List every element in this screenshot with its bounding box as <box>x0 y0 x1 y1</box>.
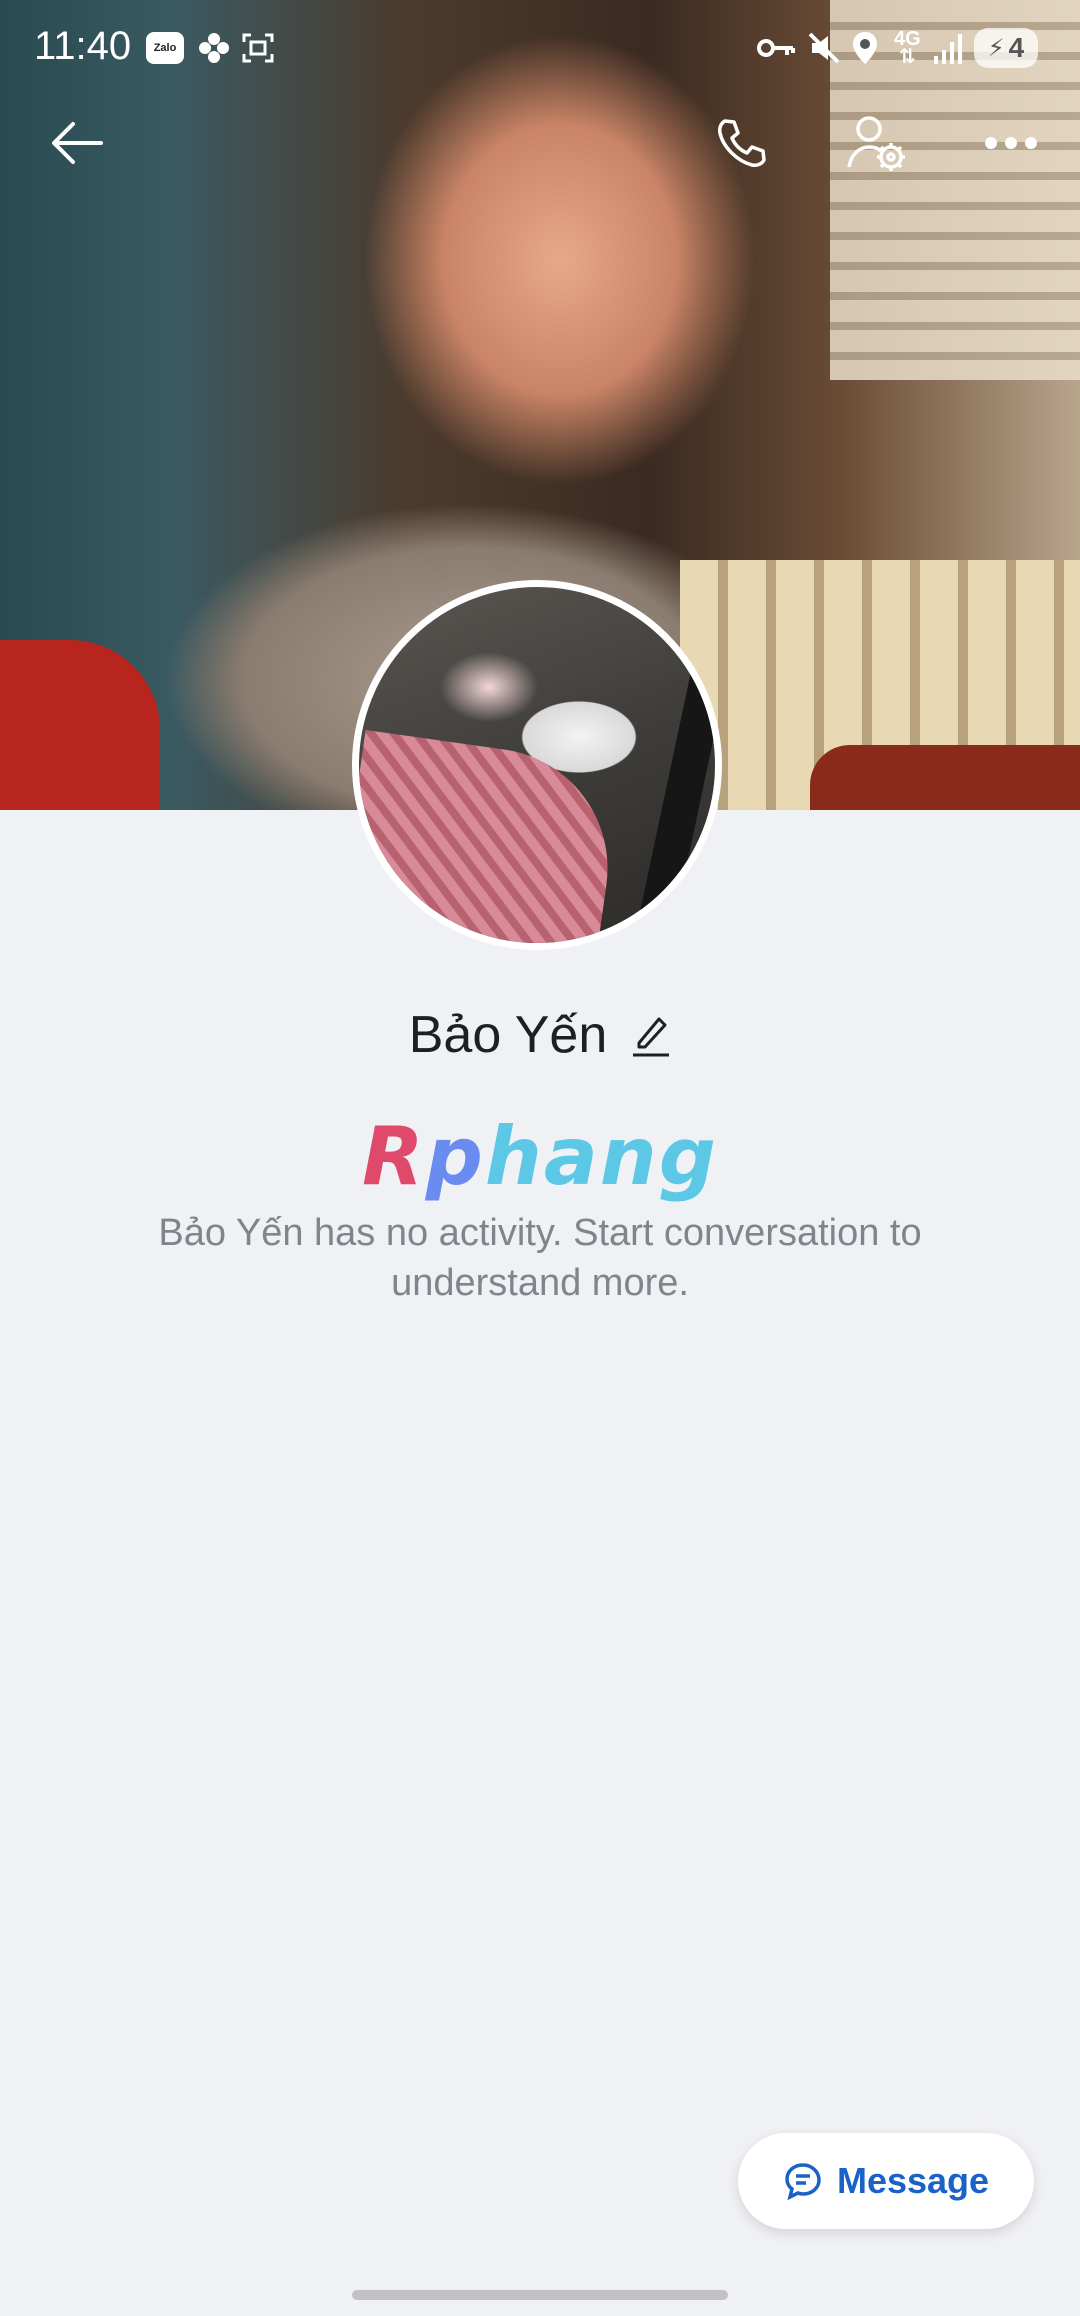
data-arrows-icon: ⇅ <box>898 46 916 68</box>
profile-settings-button[interactable] <box>842 108 912 178</box>
edit-name-button[interactable] <box>631 1013 671 1057</box>
status-time: 11:40 <box>34 24 132 68</box>
location-icon <box>850 28 880 68</box>
cover-chair <box>0 640 160 810</box>
mute-icon <box>806 28 842 68</box>
battery-indicator: ⚡ 4 <box>974 28 1038 68</box>
message-button[interactable]: Message <box>738 2133 1034 2229</box>
phone-icon <box>718 119 766 167</box>
key-icon <box>756 28 796 68</box>
zalo-notification-icon: Zalo <box>146 32 184 64</box>
pencil-icon <box>633 1017 670 1057</box>
flower-icon <box>196 28 232 68</box>
cover-chair-right <box>810 745 1080 810</box>
avatar-skirt <box>359 729 624 943</box>
charging-icon: ⚡ <box>987 34 1005 62</box>
profile-name: Bảo Yến <box>408 1006 608 1064</box>
back-arrow-icon <box>52 122 103 164</box>
back-button[interactable] <box>42 108 112 178</box>
profile-avatar[interactable] <box>352 580 722 950</box>
rphang-logo: Rphang <box>0 1110 1080 1203</box>
user-settings-icon <box>847 116 905 171</box>
more-button[interactable] <box>976 108 1046 178</box>
status-bar: 11:40 Zalo 4G ⇅ ⚡ 4 <box>0 0 1080 96</box>
screenshot-icon <box>240 28 276 68</box>
logo-letters-hang: hang <box>484 1110 719 1203</box>
logo-letter-r: R <box>361 1110 426 1203</box>
call-button[interactable] <box>708 108 778 178</box>
battery-level: 4 <box>1008 32 1025 63</box>
network-type-icon: 4G ⇅ <box>894 28 921 68</box>
profile-name-row: Bảo Yến <box>0 1005 1080 1065</box>
avatar-bike <box>636 616 715 938</box>
chat-bubble-icon <box>785 2163 821 2201</box>
logo-letter-p: p <box>425 1110 485 1203</box>
message-button-label: Message <box>836 2160 990 2201</box>
home-indicator[interactable] <box>352 2290 728 2300</box>
signal-icon <box>934 28 964 68</box>
more-icon <box>985 137 1037 149</box>
no-activity-text: Bảo Yến has no activity. Start conversat… <box>158 1212 922 1304</box>
